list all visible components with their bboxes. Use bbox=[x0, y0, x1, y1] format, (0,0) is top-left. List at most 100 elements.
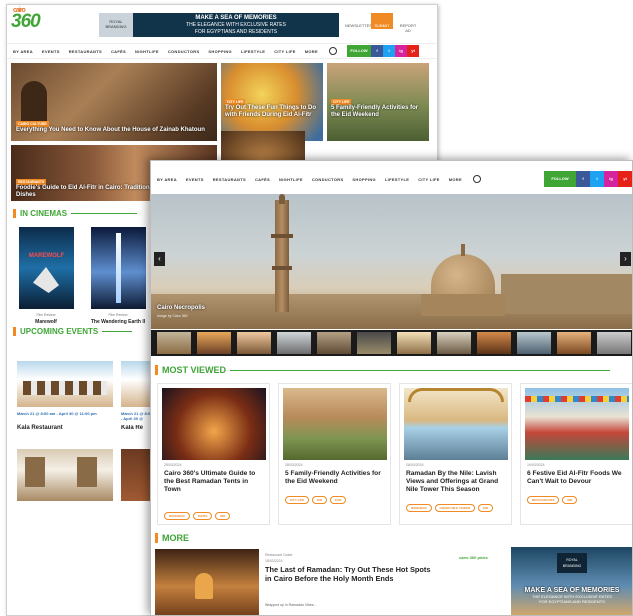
nav-item[interactable]: NIGHTLIFE bbox=[279, 177, 303, 182]
thumbnail[interactable] bbox=[517, 332, 551, 354]
nav-item[interactable]: MORE bbox=[449, 177, 462, 182]
tag-pill[interactable]: EID bbox=[215, 512, 231, 520]
article-image bbox=[162, 388, 266, 460]
nav-item[interactable]: MORE bbox=[305, 49, 318, 54]
nav-item[interactable]: CONDUCTORS bbox=[168, 49, 200, 54]
nav-item[interactable]: RESTAURANTS bbox=[69, 49, 102, 54]
nav-item[interactable]: CITY LIFE bbox=[418, 177, 440, 182]
thumbnail[interactable] bbox=[237, 332, 271, 354]
film-poster[interactable]: MAREWOLF bbox=[19, 227, 74, 309]
instagram-icon[interactable]: ig bbox=[604, 171, 618, 187]
thumbnail[interactable] bbox=[277, 332, 311, 354]
tag-pill[interactable]: GRAND NILE TOWER bbox=[434, 504, 476, 512]
article-tag: Restaurant Guide bbox=[265, 553, 293, 557]
social-links: FOLLOW f t ig yt bbox=[544, 171, 632, 187]
thumbnail[interactable] bbox=[557, 332, 591, 354]
article-card[interactable]: 26/03/2024 Ramadan By the Nile: Lavish V… bbox=[399, 383, 512, 525]
more-article[interactable]: Restaurant Guide 18/03/2024 The Last of … bbox=[155, 549, 509, 615]
ad-line: MAKE A SEA OF MEMORIES bbox=[195, 14, 277, 21]
youtube-icon[interactable]: yt bbox=[618, 171, 632, 187]
nav-item[interactable]: LIFESTYLE bbox=[385, 177, 409, 182]
event-date: March 21 @ 8:00 am - April 30 @ 11:00 pm bbox=[17, 411, 97, 416]
nav-item[interactable]: CONDUCTORS bbox=[312, 177, 344, 182]
article-title[interactable]: 6 Festive Eid Al-Fitr Foods We Can't Wai… bbox=[527, 470, 629, 486]
tag-pill[interactable]: EID bbox=[478, 504, 494, 512]
slider-next-button[interactable]: › bbox=[620, 252, 631, 266]
event-image[interactable] bbox=[17, 361, 113, 407]
thumbnail[interactable] bbox=[597, 332, 631, 354]
thumbnail[interactable] bbox=[397, 332, 431, 354]
header-ad-banner[interactable]: ROYAL BRANDING MAKE A SEA OF MEMORIES TH… bbox=[99, 13, 339, 37]
in-cinemas-heading: IN CINEMAS bbox=[13, 209, 138, 218]
thumbnail[interactable] bbox=[197, 332, 231, 354]
nav-item[interactable]: LIFESTYLE bbox=[241, 49, 265, 54]
tag-pill[interactable]: FUN bbox=[330, 496, 347, 504]
nav-item[interactable]: CAFÉS bbox=[111, 49, 126, 54]
search-icon[interactable] bbox=[472, 175, 481, 183]
slider-prev-button[interactable]: ‹ bbox=[154, 252, 165, 266]
thumbnail[interactable] bbox=[477, 332, 511, 354]
thumbnail[interactable] bbox=[357, 332, 391, 354]
youtube-icon[interactable]: yt bbox=[407, 45, 419, 57]
article-date: 28/03/2024 bbox=[164, 463, 182, 467]
article-title[interactable]: Ramadan By the Nile: Lavish Views and Of… bbox=[406, 470, 508, 494]
nav-item[interactable]: EVENTS bbox=[186, 177, 204, 182]
article-card[interactable]: 28/03/2024 Cairo 360's Ultimate Guide to… bbox=[157, 383, 270, 525]
side-ad-banner[interactable]: ROYAL BRANDING MAKE A SEA OF MEMORIES TH… bbox=[511, 547, 632, 615]
thumbnail[interactable] bbox=[437, 332, 471, 354]
tag-pill[interactable]: RAMADAN bbox=[406, 504, 432, 512]
twitter-icon[interactable]: t bbox=[383, 45, 395, 57]
film-poster[interactable] bbox=[91, 227, 146, 309]
tag-pill[interactable]: RESTAURANTS bbox=[527, 496, 560, 504]
article-title[interactable]: The Last of Ramadan: Try Out These Hot S… bbox=[265, 565, 435, 584]
submit-button[interactable]: SUBMIT bbox=[371, 13, 393, 29]
article-card[interactable]: 28/03/2024 5 Family-Friendly Activities … bbox=[278, 383, 391, 525]
nav-item[interactable]: CITY LIFE bbox=[274, 49, 296, 54]
article-excerpt: Wrapped up in Ramadan Vibes... bbox=[265, 603, 317, 607]
tag-pill[interactable]: RAMADAN bbox=[164, 512, 190, 520]
event-name[interactable]: Kala Restaurant bbox=[17, 425, 63, 431]
nav-item[interactable]: BY AREA bbox=[157, 177, 177, 182]
film-title[interactable]: Marewolf bbox=[11, 319, 81, 325]
nav-item[interactable]: SHOPPING bbox=[208, 49, 232, 54]
follow-label: FOLLOW bbox=[544, 171, 576, 187]
article-title[interactable]: 5 Family-Friendly Activities for the Eid… bbox=[285, 470, 387, 486]
social-links: FOLLOW f t ig yt bbox=[347, 45, 419, 57]
article-card[interactable]: 19/03/2024 6 Festive Eid Al-Fitr Foods W… bbox=[520, 383, 632, 525]
facebook-icon[interactable]: f bbox=[371, 45, 383, 57]
article-image bbox=[155, 549, 259, 615]
thumbnail[interactable] bbox=[157, 332, 191, 354]
more-heading: MORE bbox=[155, 533, 193, 543]
nav-item[interactable]: SHOPPING bbox=[352, 177, 376, 182]
feature-tile[interactable]: CITY LIFE Try Out These Fun Things to Do… bbox=[221, 63, 323, 141]
tag-pill[interactable]: TENTS bbox=[192, 512, 213, 520]
thumbnail[interactable] bbox=[317, 332, 351, 354]
tag-pill[interactable]: CITY LIFE bbox=[285, 496, 310, 504]
upcoming-events-heading: UPCOMING EVENTS bbox=[13, 327, 133, 336]
feature-tile[interactable]: CAIRO CULTURE Everything You Need to Kno… bbox=[11, 63, 217, 141]
site-logo[interactable]: cairo 360 bbox=[11, 7, 41, 33]
twitter-icon[interactable]: t bbox=[590, 171, 604, 187]
tag-pill[interactable]: EID bbox=[312, 496, 328, 504]
film-title[interactable]: The Wandering Earth II bbox=[83, 319, 153, 325]
nav-item[interactable]: NIGHTLIFE bbox=[135, 49, 159, 54]
article-image bbox=[525, 388, 629, 460]
newsletter-button[interactable]: NEWSLETTER bbox=[345, 13, 372, 29]
tile-title: Try Out These Fun Things to Do with Frie… bbox=[225, 105, 316, 118]
nav-item[interactable]: BY AREA bbox=[13, 49, 33, 54]
ad-line: FOR EGYPTIANS AND RESIDENTS bbox=[194, 28, 278, 35]
article-title[interactable]: Cairo 360's Ultimate Guide to the Best R… bbox=[164, 470, 266, 494]
article-date: 28/03/2024 bbox=[285, 463, 303, 467]
report-ad-button[interactable]: REPORT AD bbox=[397, 13, 419, 33]
nav-item[interactable]: CAFÉS bbox=[255, 177, 270, 182]
instagram-icon[interactable]: ig bbox=[395, 45, 407, 57]
feature-tile[interactable]: CITY LIFE 5 Family-Friendly Activities f… bbox=[327, 63, 429, 141]
nav-item[interactable]: RESTAURANTS bbox=[213, 177, 246, 182]
search-icon[interactable] bbox=[328, 47, 337, 55]
most-viewed-heading: MOST VIEWED bbox=[155, 365, 611, 375]
tag-pill[interactable]: EID bbox=[562, 496, 578, 504]
hero-slider[interactable]: ‹ › Cairo Necropolis Image by Cairo 360 bbox=[151, 194, 632, 329]
event-image[interactable] bbox=[17, 449, 113, 501]
facebook-icon[interactable]: f bbox=[576, 171, 590, 187]
nav-item[interactable]: EVENTS bbox=[42, 49, 60, 54]
